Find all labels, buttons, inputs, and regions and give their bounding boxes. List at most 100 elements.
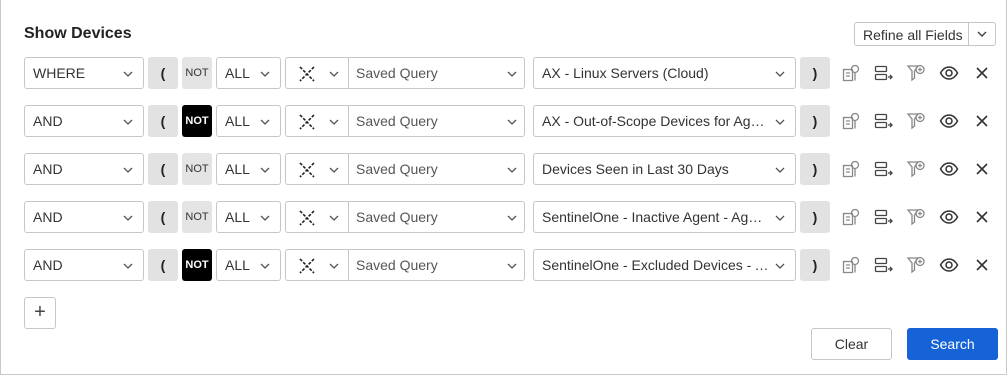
quantifier-value: ALL — [225, 113, 250, 129]
saved-query-select[interactable]: AX - Out-of-Scope Devices for Agen... — [533, 105, 796, 137]
saved-query-value: AX - Linux Servers (Cloud) — [542, 65, 709, 81]
filter-add-icon[interactable] — [906, 207, 926, 227]
refine-all-fields-button[interactable]: Refine all Fields — [854, 22, 996, 46]
close-icon[interactable] — [972, 111, 992, 131]
chevron-down-icon — [260, 263, 270, 269]
field-select[interactable]: Saved Query — [348, 57, 525, 89]
open-paren-toggle[interactable]: ( — [148, 57, 178, 89]
nested-query-icon[interactable] — [841, 159, 861, 179]
add-condition-button[interactable]: + — [24, 297, 56, 329]
close-paren-toggle[interactable]: ) — [800, 105, 830, 137]
query-row: AND ( NOT ALL Saved Query SentinelOne - … — [1, 201, 1007, 233]
chevron-down-icon — [329, 167, 339, 173]
not-toggle[interactable]: NOT — [182, 249, 212, 281]
quantifier-select[interactable]: ALL — [216, 153, 281, 185]
field-select[interactable]: Saved Query — [348, 201, 525, 233]
quantifier-value: ALL — [225, 257, 250, 273]
clear-button[interactable]: Clear — [811, 328, 892, 360]
quantifier-select[interactable]: ALL — [216, 201, 281, 233]
not-toggle[interactable]: NOT — [182, 105, 212, 137]
field-value: Saved Query — [356, 113, 438, 129]
open-paren-toggle[interactable]: ( — [148, 105, 178, 137]
not-toggle[interactable]: NOT — [182, 57, 212, 89]
logic-operator-select[interactable]: WHERE — [24, 57, 144, 89]
saved-query-select[interactable]: SentinelOne - Excluded Devices - A... — [533, 249, 796, 281]
close-icon[interactable] — [972, 159, 992, 179]
field-select[interactable]: Saved Query — [348, 153, 525, 185]
nested-query-icon[interactable] — [841, 255, 861, 275]
logic-operator-select[interactable]: AND — [24, 249, 144, 281]
open-paren-toggle[interactable]: ( — [148, 249, 178, 281]
field-category-select[interactable] — [285, 201, 349, 233]
quantifier-select[interactable]: ALL — [216, 249, 281, 281]
field-category-select[interactable] — [285, 57, 349, 89]
field-selector: Saved Query — [285, 153, 525, 185]
adapter-x-icon — [299, 162, 315, 178]
chevron-down-icon — [260, 119, 270, 125]
field-selector: Saved Query — [285, 249, 525, 281]
saved-query-value: SentinelOne - Excluded Devices - A... — [542, 257, 770, 273]
chevron-down-icon — [123, 119, 133, 125]
not-toggle[interactable]: NOT — [182, 201, 212, 233]
adapter-x-icon — [299, 66, 315, 82]
nested-query-icon[interactable] — [841, 63, 861, 83]
quantifier-select[interactable]: ALL — [216, 105, 281, 137]
chevron-down-icon — [123, 263, 133, 269]
adapter-x-icon — [299, 258, 315, 274]
chevron-down-icon[interactable] — [975, 27, 989, 41]
close-paren-toggle[interactable]: ) — [800, 201, 830, 233]
eye-icon[interactable] — [939, 159, 959, 179]
saved-query-select[interactable]: SentinelOne - Inactive Agent - Agen... — [533, 201, 796, 233]
logic-operator-value: AND — [33, 257, 63, 273]
open-paren-toggle[interactable]: ( — [148, 153, 178, 185]
duplicate-row-icon[interactable] — [873, 159, 893, 179]
not-toggle[interactable]: NOT — [182, 153, 212, 185]
duplicate-row-icon[interactable] — [873, 111, 893, 131]
logic-operator-select[interactable]: AND — [24, 201, 144, 233]
field-selector: Saved Query — [285, 105, 525, 137]
quantifier-value: ALL — [225, 161, 250, 177]
eye-icon[interactable] — [939, 207, 959, 227]
quantifier-value: ALL — [225, 65, 250, 81]
chevron-down-icon — [260, 71, 270, 77]
duplicate-row-icon[interactable] — [873, 63, 893, 83]
duplicate-row-icon[interactable] — [873, 207, 893, 227]
filter-add-icon[interactable] — [906, 159, 926, 179]
search-button[interactable]: Search — [907, 328, 998, 360]
field-selector: Saved Query — [285, 201, 525, 233]
saved-query-value: AX - Out-of-Scope Devices for Agen... — [542, 113, 770, 129]
field-category-select[interactable] — [285, 105, 349, 137]
saved-query-select[interactable]: AX - Linux Servers (Cloud) — [533, 57, 796, 89]
logic-operator-select[interactable]: AND — [24, 105, 144, 137]
duplicate-row-icon[interactable] — [873, 255, 893, 275]
nested-query-icon[interactable] — [841, 111, 861, 131]
field-select[interactable]: Saved Query — [348, 249, 525, 281]
filter-add-icon[interactable] — [906, 255, 926, 275]
field-category-select[interactable] — [285, 153, 349, 185]
chevron-down-icon — [329, 71, 339, 77]
close-icon[interactable] — [972, 255, 992, 275]
nested-query-icon[interactable] — [841, 207, 861, 227]
logic-operator-value: AND — [33, 209, 63, 225]
eye-icon[interactable] — [939, 255, 959, 275]
close-paren-toggle[interactable]: ) — [800, 57, 830, 89]
eye-icon[interactable] — [939, 63, 959, 83]
saved-query-select[interactable]: Devices Seen in Last 30 Days — [533, 153, 796, 185]
eye-icon[interactable] — [939, 111, 959, 131]
close-icon[interactable] — [972, 207, 992, 227]
logic-operator-select[interactable]: AND — [24, 153, 144, 185]
quantifier-select[interactable]: ALL — [216, 57, 281, 89]
close-paren-toggle[interactable]: ) — [800, 153, 830, 185]
query-row: AND ( NOT ALL Saved Query AX - Out-of-Sc… — [1, 105, 1007, 137]
field-value: Saved Query — [356, 257, 438, 273]
chevron-down-icon — [260, 215, 270, 221]
chevron-down-icon — [775, 215, 785, 221]
close-paren-toggle[interactable]: ) — [800, 249, 830, 281]
close-icon[interactable] — [972, 63, 992, 83]
chevron-down-icon — [329, 263, 339, 269]
open-paren-toggle[interactable]: ( — [148, 201, 178, 233]
filter-add-icon[interactable] — [906, 63, 926, 83]
field-category-select[interactable] — [285, 249, 349, 281]
filter-add-icon[interactable] — [906, 111, 926, 131]
field-select[interactable]: Saved Query — [348, 105, 525, 137]
